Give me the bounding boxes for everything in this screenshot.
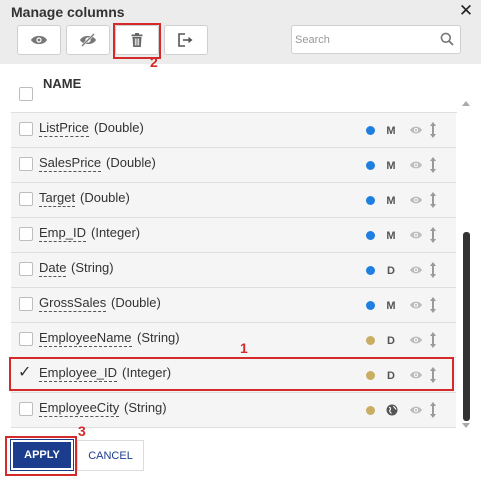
column-checkbox[interactable] xyxy=(19,262,33,276)
export-columns-button[interactable] xyxy=(164,25,208,55)
scrollbar-thumb[interactable] xyxy=(463,232,470,421)
column-type: (Double) xyxy=(94,120,144,135)
column-name[interactable]: EmployeeCity xyxy=(39,400,120,417)
globe-icon xyxy=(386,404,398,416)
hide-columns-button[interactable] xyxy=(66,25,110,55)
column-row[interactable]: Date (String) D xyxy=(11,253,456,288)
step-marker-1: 1 xyxy=(240,340,248,356)
column-name[interactable]: ListPrice xyxy=(39,120,89,137)
dialog-title: Manage columns xyxy=(11,4,125,20)
step-marker-3: 3 xyxy=(78,423,86,439)
column-name[interactable]: Target xyxy=(39,190,76,207)
column-name[interactable]: GrossSales xyxy=(39,295,107,312)
column-kind-label: M xyxy=(386,160,396,172)
manage-columns-dialog: Manage columns ✕ Search 2 NAME ListPrice… xyxy=(0,0,481,487)
drag-handle-icon[interactable] xyxy=(429,297,437,313)
column-type-dot xyxy=(366,161,375,170)
column-kind-label: D xyxy=(387,335,395,347)
eye-icon[interactable] xyxy=(409,195,423,205)
column-name[interactable]: SalesPrice xyxy=(39,155,102,172)
column-type: (Double) xyxy=(111,295,161,310)
toolbar xyxy=(0,24,481,64)
column-checkbox[interactable] xyxy=(19,122,33,136)
column-row[interactable]: EmployeeName (String) D xyxy=(11,323,456,358)
column-checkbox[interactable] xyxy=(19,157,33,171)
column-type-dot xyxy=(366,336,375,345)
column-type-dot xyxy=(366,301,375,310)
column-kind-label: M xyxy=(386,125,396,137)
search-icon[interactable] xyxy=(440,32,454,46)
column-row[interactable]: ✓ Employee_ID (Integer) D xyxy=(11,358,456,393)
drag-handle-icon[interactable] xyxy=(429,332,437,348)
column-checkbox[interactable] xyxy=(19,192,33,206)
eye-icon[interactable] xyxy=(409,370,423,380)
search-box xyxy=(291,25,461,54)
column-type-dot xyxy=(366,266,375,275)
close-icon[interactable]: ✕ xyxy=(458,2,474,20)
search-input[interactable] xyxy=(295,28,435,51)
column-type-dot xyxy=(366,371,375,380)
column-kind-label: D xyxy=(387,265,395,277)
column-kind-label: D xyxy=(387,370,395,382)
column-name[interactable]: Employee_ID xyxy=(39,365,118,382)
column-row[interactable]: Emp_ID (Integer) M xyxy=(11,218,456,253)
eye-icon[interactable] xyxy=(409,405,423,415)
column-row[interactable]: SalesPrice (Double) M xyxy=(11,148,456,183)
drag-handle-icon[interactable] xyxy=(429,402,437,418)
trash-icon xyxy=(131,33,143,47)
eye-icon[interactable] xyxy=(409,125,423,135)
checkmark-icon: ✓ xyxy=(18,364,32,381)
column-kind-label: M xyxy=(386,300,396,312)
show-columns-button[interactable] xyxy=(17,25,61,55)
column-type: (Integer) xyxy=(91,225,141,240)
drag-handle-icon[interactable] xyxy=(429,262,437,278)
column-type: (Integer) xyxy=(122,365,172,380)
column-checkbox[interactable] xyxy=(19,227,33,241)
cancel-button[interactable]: CANCEL xyxy=(77,440,144,471)
eye-icon[interactable] xyxy=(409,300,423,310)
column-kind-label: M xyxy=(386,230,396,242)
column-type: (Double) xyxy=(80,190,130,205)
apply-button[interactable]: APPLY xyxy=(10,439,74,471)
eye-slash-icon xyxy=(80,33,96,47)
column-type-dot xyxy=(366,126,375,135)
name-column-header: NAME xyxy=(43,76,82,91)
column-type: (String) xyxy=(137,330,180,345)
drag-handle-icon[interactable] xyxy=(429,227,437,243)
column-type-dot xyxy=(366,196,375,205)
column-type: (String) xyxy=(124,400,167,415)
eye-icon[interactable] xyxy=(409,230,423,240)
column-row[interactable]: ListPrice (Double) M xyxy=(11,113,456,148)
exit-icon xyxy=(178,33,193,47)
select-all-checkbox[interactable] xyxy=(19,87,33,101)
column-checkbox[interactable] xyxy=(19,332,33,346)
column-row[interactable]: GrossSales (Double) M xyxy=(11,288,456,323)
drag-handle-icon[interactable] xyxy=(429,192,437,208)
column-name[interactable]: Date xyxy=(39,260,67,277)
eye-icon[interactable] xyxy=(409,335,423,345)
column-kind-label: M xyxy=(386,195,396,207)
column-name[interactable]: Emp_ID xyxy=(39,225,86,242)
column-row[interactable]: Target (Double) M xyxy=(11,183,456,218)
column-type: (String) xyxy=(71,260,114,275)
eye-icon[interactable] xyxy=(409,265,423,275)
column-name[interactable]: EmployeeName xyxy=(39,330,132,347)
column-checkbox[interactable] xyxy=(19,297,33,311)
column-list-header: NAME xyxy=(0,64,481,112)
drag-handle-icon[interactable] xyxy=(429,122,437,138)
drag-handle-icon[interactable] xyxy=(429,157,437,173)
column-type: (Double) xyxy=(106,155,156,170)
column-type-dot xyxy=(366,231,375,240)
eye-icon[interactable] xyxy=(409,160,423,170)
delete-columns-button[interactable] xyxy=(115,25,159,55)
dialog-titlebar: Manage columns ✕ xyxy=(0,0,481,24)
scroll-down-arrow[interactable] xyxy=(462,423,470,428)
column-type-dot xyxy=(366,406,375,415)
column-list: ListPrice (Double) M SalesPrice (Double) M Tar… xyxy=(11,113,456,430)
drag-handle-icon[interactable] xyxy=(429,367,437,383)
eye-icon xyxy=(31,35,47,45)
column-checkbox[interactable] xyxy=(19,402,33,416)
